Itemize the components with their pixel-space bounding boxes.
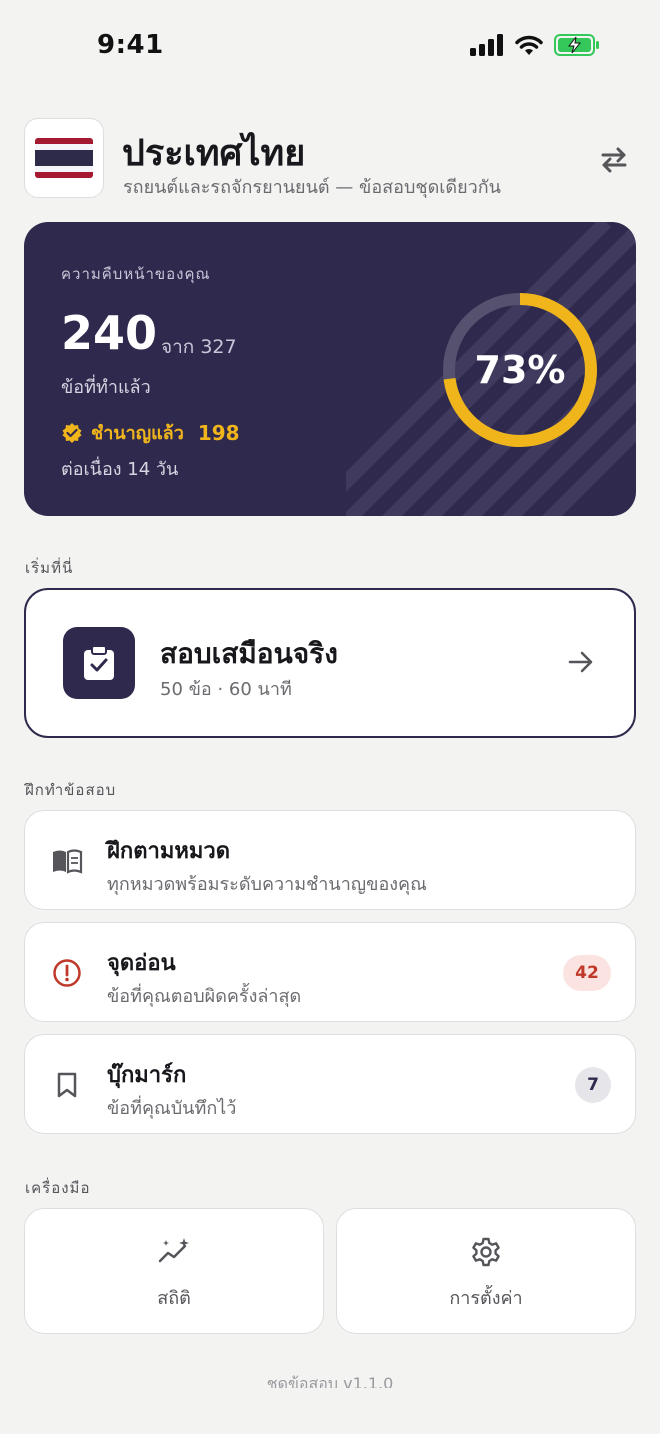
battery-charging-icon	[554, 34, 599, 56]
app-version: ชุดข้อสอบ v1.1.0	[266, 1374, 394, 1388]
questions-total: จาก 327	[161, 336, 237, 358]
progress-card: ความคืบหน้าของคุณ 240 จาก 327 ข้อที่ทำแล…	[24, 222, 636, 516]
row-title: จุดอ่อน	[107, 951, 176, 976]
progress-percent: 73%	[474, 348, 566, 392]
mastered-count: 198	[197, 420, 240, 445]
weak-spots-row[interactable]: จุดอ่อน ข้อที่คุณตอบผิดครั้งล่าสุด 42	[24, 922, 636, 1022]
bookmarks-row[interactable]: บุ๊กมาร์ก ข้อที่คุณบันทึกไว้ 7	[24, 1034, 636, 1134]
switch-country-button[interactable]	[596, 142, 632, 178]
status-icons	[470, 34, 600, 56]
book-icon	[49, 843, 85, 879]
clipboard-check-icon	[63, 627, 135, 699]
verified-badge-icon	[62, 422, 82, 443]
weak-count-badge: 42	[563, 955, 611, 991]
progress-label: ความคืบหน้าของคุณ	[61, 265, 211, 283]
page-subtitle: รถยนต์และรถจักรยานยนต์ — ข้อสอบชุดเดียวก…	[123, 177, 501, 198]
mastered-row: ชำนาญแล้ว 198	[61, 418, 240, 447]
streak-text: ต่อเนื่อง 14 วัน	[61, 459, 179, 480]
swap-arrows-icon	[601, 147, 627, 173]
country-flag[interactable]	[24, 118, 104, 198]
tools-section-label: เครื่องมือ	[25, 1179, 91, 1197]
thailand-flag-icon	[35, 138, 93, 178]
practice-by-category-row[interactable]: ฝึกตามหมวด ทุกหมวดพร้อมระดับความชำนาญของ…	[24, 810, 636, 910]
status-bar: 9:41	[0, 0, 660, 96]
mastered-label: ชำนาญแล้ว	[91, 423, 184, 444]
settings-label: การตั้งค่า	[449, 1288, 523, 1309]
questions-done-count: 240	[61, 306, 158, 360]
mock-exam-subtitle: 50 ข้อ · 60 นาที	[160, 679, 292, 700]
mock-exam-card[interactable]: สอบเสมือนจริง 50 ข้อ · 60 นาที	[24, 588, 636, 738]
alert-circle-icon	[49, 955, 85, 991]
header: ประเทศไทย รถยนต์และรถจักรยานยนต์ — ข้อสอ…	[24, 118, 636, 200]
practice-section-label: ฝึกทำข้อสอบ	[25, 781, 117, 799]
row-subtitle: ข้อที่คุณบันทึกไว้	[107, 1098, 237, 1119]
start-section-label: เริ่มที่นี่	[25, 559, 74, 577]
status-time: 9:41	[97, 30, 164, 60]
row-title: บุ๊กมาร์ก	[107, 1063, 187, 1088]
wifi-icon	[515, 35, 543, 55]
mock-exam-title: สอบเสมือนจริง	[160, 637, 338, 670]
arrow-right-icon	[568, 651, 593, 673]
stats-button[interactable]: สถิติ	[24, 1208, 324, 1334]
row-title: ฝึกตามหมวด	[107, 839, 230, 864]
gear-icon	[337, 1237, 635, 1267]
row-subtitle: ข้อที่คุณตอบผิดครั้งล่าสุด	[107, 986, 302, 1007]
questions-done-label: ข้อที่ทำแล้ว	[61, 377, 151, 398]
stats-sparkle-icon	[25, 1237, 323, 1267]
settings-button[interactable]: การตั้งค่า	[336, 1208, 636, 1334]
stats-label: สถิติ	[157, 1288, 191, 1309]
bookmark-icon	[49, 1067, 85, 1103]
bookmark-count-badge: 7	[575, 1067, 611, 1103]
row-subtitle: ทุกหมวดพร้อมระดับความชำนาญของคุณ	[107, 874, 427, 895]
cellular-signal-icon	[470, 34, 503, 56]
